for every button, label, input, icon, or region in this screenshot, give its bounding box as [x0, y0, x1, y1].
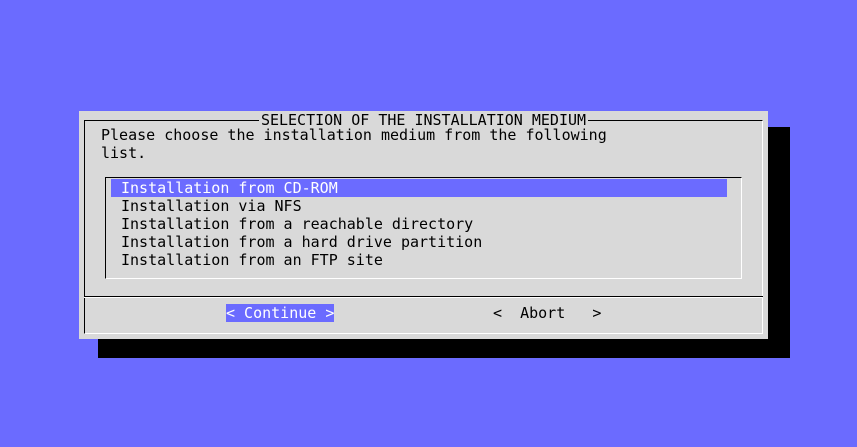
medium-listbox[interactable]: Installation from CD-ROM Installation vi… — [105, 177, 742, 279]
list-item-ftp[interactable]: Installation from an FTP site — [111, 251, 727, 269]
list-item-directory[interactable]: Installation from a reachable directory — [111, 215, 727, 233]
continue-button[interactable]: < Continue > — [226, 304, 335, 322]
button-separator — [84, 296, 763, 298]
list-item-cdrom[interactable]: Installation from CD-ROM — [111, 179, 727, 197]
installation-medium-dialog: SELECTION OF THE INSTALLATION MEDIUM Ple… — [79, 111, 768, 339]
abort-button[interactable]: < Abort > — [493, 304, 601, 322]
prompt-text: Please choose the installation medium fr… — [101, 126, 607, 162]
list-item-hard-drive[interactable]: Installation from a hard drive partition — [111, 233, 727, 251]
list-item-nfs[interactable]: Installation via NFS — [111, 197, 727, 215]
